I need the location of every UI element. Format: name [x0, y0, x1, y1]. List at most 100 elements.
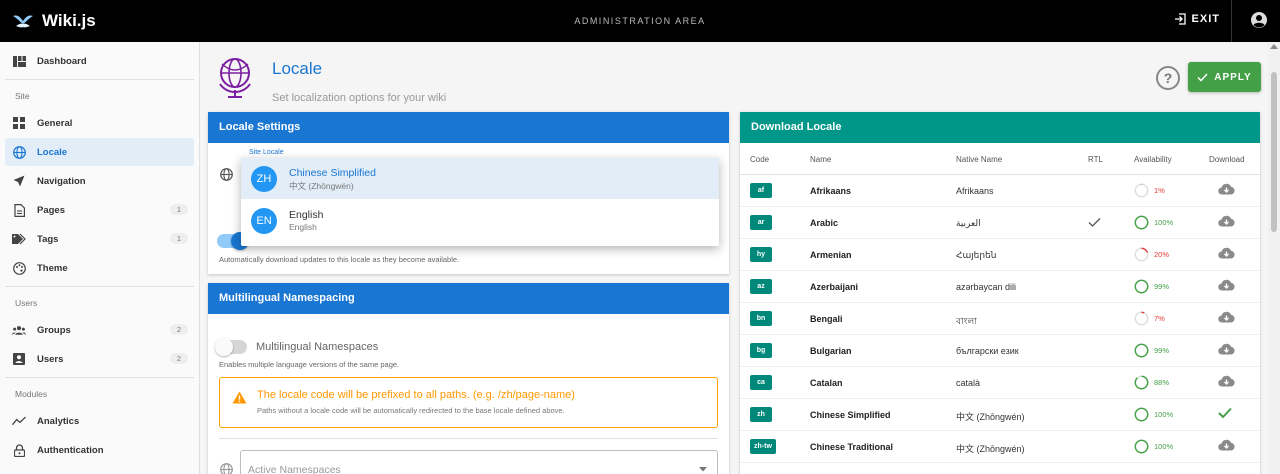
sidebar-item-authentication[interactable]: Authentication: [5, 436, 194, 464]
locale-avatar: ZH: [251, 166, 277, 192]
option-name: English: [289, 209, 324, 221]
locale-native-name: العربية: [956, 218, 981, 228]
sidebar-item-label: Theme: [37, 262, 68, 274]
multilingual-label: Multilingual Namespaces: [256, 341, 379, 353]
sidebar-item-tags[interactable]: Tags 1: [5, 225, 194, 253]
cloud-download-icon[interactable]: [1218, 343, 1235, 358]
page-subtitle: Set localization options for your wiki: [272, 92, 447, 104]
cloud-download-icon[interactable]: [1218, 183, 1235, 198]
account-button[interactable]: [1250, 11, 1268, 32]
availability-percent: 20%: [1154, 250, 1170, 259]
exit-label: EXIT: [1191, 13, 1220, 25]
navigation-icon: [12, 174, 26, 188]
cloud-download-icon[interactable]: [1218, 439, 1235, 454]
sidebar-item-analytics[interactable]: Analytics: [5, 407, 194, 435]
dropdown-option-en[interactable]: EN English English: [241, 200, 719, 241]
locale-name: Armenian: [810, 250, 852, 260]
globe-stand-icon: [219, 58, 251, 98]
warning-subtext: Paths without a locale code will be auto…: [257, 406, 565, 415]
sidebar-item-pages[interactable]: Pages 1: [5, 196, 194, 224]
column-native-name[interactable]: Native Name: [956, 155, 1002, 164]
locale-avatar: EN: [251, 208, 277, 234]
availability-ring-icon: [1134, 279, 1149, 297]
dashboard-icon: [12, 54, 26, 68]
sidebar-item-groups[interactable]: Groups 2: [5, 316, 194, 344]
divider: [1231, 0, 1232, 42]
sidebar-item-label: Users: [37, 353, 64, 365]
locale-code-chip: zh-tw: [750, 439, 776, 454]
apply-button[interactable]: APPLY: [1188, 62, 1261, 92]
availability-percent: 1%: [1154, 186, 1165, 195]
exit-button[interactable]: EXIT: [1174, 13, 1220, 25]
table-header: Code Name Native Name RTL Availability D…: [740, 143, 1260, 175]
availability-percent: 100%: [1154, 442, 1174, 451]
column-name[interactable]: Name: [810, 155, 831, 164]
sidebar-item-label: Authentication: [37, 444, 104, 456]
namespacing-card: Multilingual Namespacing Multilingual Na…: [208, 283, 729, 474]
cloud-download-icon[interactable]: [1218, 279, 1235, 294]
locale-native-name: বাংলা: [956, 316, 977, 326]
warning-alert: The locale code will be prefixed to all …: [219, 377, 718, 428]
groups-icon: [12, 323, 26, 337]
section-header-modules: Modules: [15, 389, 48, 399]
sidebar-item-navigation[interactable]: Navigation: [5, 167, 194, 195]
table-row: az Azerbaijani azərbaycan dili 99%: [740, 271, 1260, 303]
sidebar-item-users[interactable]: Users 2: [5, 345, 194, 373]
sidebar-item-label: General: [37, 117, 73, 129]
page-icon: [12, 203, 26, 217]
sidebar-item-label: Pages: [37, 204, 65, 216]
cloud-download-icon[interactable]: [1218, 247, 1235, 262]
column-availability[interactable]: Availability: [1134, 155, 1172, 164]
installed-check-icon[interactable]: [1218, 407, 1232, 422]
column-rtl[interactable]: RTL: [1088, 155, 1103, 164]
sidebar-item-dashboard[interactable]: Dashboard: [5, 47, 194, 75]
locale-name: Bulgarian: [810, 346, 852, 356]
card-header: Download Locale: [740, 112, 1260, 143]
card-header: Multilingual Namespacing: [208, 283, 729, 314]
availability-ring-icon: [1134, 439, 1149, 457]
sidebar-item-label: Analytics: [37, 415, 80, 427]
multilingual-toggle[interactable]: [215, 338, 247, 356]
count-badge: 1: [170, 233, 188, 244]
count-badge: 2: [170, 353, 188, 364]
locale-code-chip: bg: [750, 343, 772, 358]
logo[interactable]: Wiki.js: [0, 11, 200, 31]
table-row: ar Arabic العربية 100%: [740, 207, 1260, 239]
locale-name: Catalan: [810, 378, 843, 388]
locale-native-name: 中文 (Zhōngwén): [956, 412, 1025, 422]
column-code[interactable]: Code: [750, 155, 769, 164]
tag-icon: [12, 232, 26, 246]
locale-name: Chinese Traditional: [810, 442, 894, 452]
app-name: Wiki.js: [42, 11, 96, 30]
availability-percent: 7%: [1154, 314, 1165, 323]
warning-title: The locale code will be prefixed to all …: [257, 389, 575, 401]
column-download[interactable]: Download: [1209, 155, 1245, 164]
exit-icon: [1174, 13, 1186, 25]
cloud-download-icon[interactable]: [1218, 375, 1235, 390]
availability-percent: 99%: [1154, 346, 1170, 355]
help-button[interactable]: ?: [1156, 66, 1180, 90]
table-row: zh-tw Chinese Traditional 中文 (Zhōngwén) 100…: [740, 431, 1260, 463]
locale-native-name: Afrikaans: [956, 186, 994, 196]
page-scrollbar[interactable]: [1268, 42, 1280, 474]
cloud-download-icon[interactable]: [1218, 215, 1235, 230]
page-header: Locale Set localization options for your…: [216, 54, 446, 104]
scrollbar-thumb[interactable]: [1271, 72, 1277, 232]
cloud-download-icon[interactable]: [1218, 311, 1235, 326]
dropdown-option-zh[interactable]: ZH Chinese Simplified 中文 (Zhōngwén): [241, 158, 719, 199]
section-header-site: Site: [15, 91, 30, 101]
section-header-users: Users: [15, 298, 38, 308]
locale-native-name: català: [956, 378, 981, 388]
top-app-bar: Wiki.js ADMINISTRATION AREA EXIT: [0, 0, 1280, 42]
scroll-up-icon[interactable]: [1270, 44, 1278, 49]
sidebar-item-general[interactable]: General: [5, 109, 194, 137]
wiki-logo-icon: [13, 15, 33, 28]
locale-native-name: azərbaycan dili: [956, 282, 1017, 292]
active-namespaces-select[interactable]: Active Namespaces: [240, 450, 718, 474]
availability-percent: 100%: [1154, 410, 1174, 419]
sidebar-item-label: Groups: [37, 324, 71, 336]
table-row: bn Bengali বাংলা 7%: [740, 303, 1260, 335]
sidebar-item-locale[interactable]: Locale: [5, 138, 194, 166]
sidebar-item-theme[interactable]: Theme: [5, 254, 194, 282]
locale-native-name: Հայերեն: [956, 250, 997, 260]
